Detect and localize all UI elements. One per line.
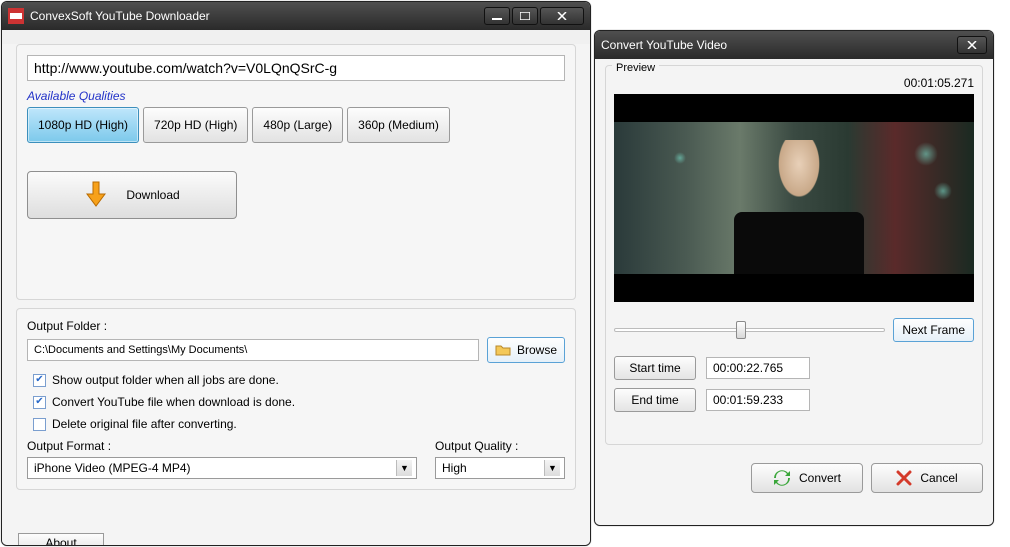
output-folder-input[interactable] — [27, 339, 479, 361]
chevron-down-icon: ▼ — [544, 460, 560, 476]
window-title: Convert YouTube Video — [601, 38, 957, 52]
start-time-button[interactable]: Start time — [614, 356, 696, 380]
download-button[interactable]: Download — [27, 171, 237, 219]
convert-window: Convert YouTube Video Preview 00:01:05.2… — [594, 30, 994, 526]
output-quality-select[interactable]: High ▼ — [435, 457, 565, 479]
download-icon — [84, 180, 108, 210]
cancel-button[interactable]: Cancel — [871, 463, 983, 493]
output-panel: Output Folder : Browse Show output folde… — [16, 308, 576, 490]
minimize-button[interactable] — [484, 7, 510, 25]
refresh-icon — [773, 469, 791, 487]
folder-icon — [495, 343, 511, 357]
start-time-input[interactable] — [706, 357, 810, 379]
browse-button[interactable]: Browse — [487, 337, 565, 363]
close-button[interactable] — [540, 7, 584, 25]
quality-1080p[interactable]: 1080p HD (High) — [27, 107, 139, 143]
cancel-label: Cancel — [920, 471, 957, 485]
convert-after-label: Convert YouTube file when download is do… — [52, 395, 295, 409]
video-preview — [614, 94, 974, 302]
convert-after-checkbox[interactable] — [33, 396, 46, 409]
chevron-down-icon: ▼ — [396, 460, 412, 476]
input-panel: Available Qualities 1080p HD (High) 720p… — [16, 44, 576, 300]
about-button[interactable]: About — [18, 533, 104, 546]
show-folder-label: Show output folder when all jobs are don… — [52, 373, 279, 387]
next-frame-button[interactable]: Next Frame — [893, 318, 974, 342]
download-label: Download — [126, 188, 179, 202]
end-time-button[interactable]: End time — [614, 388, 696, 412]
quality-480p[interactable]: 480p (Large) — [252, 107, 343, 143]
qualities-label: Available Qualities — [27, 89, 565, 103]
titlebar[interactable]: Convert YouTube Video — [595, 31, 993, 59]
quality-360p[interactable]: 360p (Medium) — [347, 107, 450, 143]
output-quality-value: High — [442, 461, 467, 475]
titlebar[interactable]: ConvexSoft YouTube Downloader — [2, 2, 590, 30]
window-title: ConvexSoft YouTube Downloader — [30, 9, 484, 23]
quality-720p[interactable]: 720p HD (High) — [143, 107, 248, 143]
close-button[interactable] — [957, 36, 987, 54]
show-folder-checkbox[interactable] — [33, 374, 46, 387]
url-input[interactable] — [27, 55, 565, 81]
output-quality-label: Output Quality : — [435, 439, 565, 453]
convert-label: Convert — [799, 471, 841, 485]
close-icon — [896, 470, 912, 486]
convert-button[interactable]: Convert — [751, 463, 863, 493]
timeline-slider[interactable] — [614, 321, 885, 339]
app-icon — [8, 8, 24, 24]
output-folder-label: Output Folder : — [27, 319, 565, 333]
end-time-input[interactable] — [706, 389, 810, 411]
output-format-value: iPhone Video (MPEG-4 MP4) — [34, 461, 191, 475]
output-format-select[interactable]: iPhone Video (MPEG-4 MP4) ▼ — [27, 457, 417, 479]
current-timecode: 00:01:05.271 — [614, 76, 974, 90]
downloader-window: ConvexSoft YouTube Downloader Available … — [1, 1, 591, 546]
output-format-label: Output Format : — [27, 439, 417, 453]
maximize-button[interactable] — [512, 7, 538, 25]
slider-thumb[interactable] — [736, 321, 746, 339]
delete-original-checkbox[interactable] — [33, 418, 46, 431]
preview-group: Preview 00:01:05.271 Next Frame Start ti… — [605, 65, 983, 445]
delete-original-label: Delete original file after converting. — [52, 417, 237, 431]
browse-label: Browse — [517, 343, 557, 357]
preview-label: Preview — [612, 62, 659, 74]
